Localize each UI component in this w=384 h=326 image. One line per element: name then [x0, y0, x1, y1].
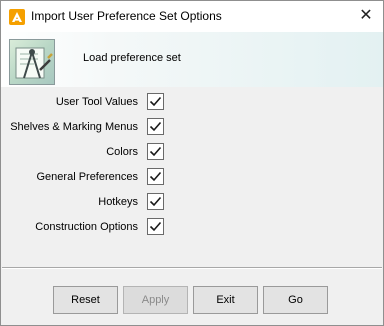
option-label: Construction Options [35, 221, 138, 233]
user-tool-values-checkbox[interactable] [147, 93, 164, 110]
dialog-content: Load preference set User Tool Values She… [1, 32, 383, 325]
option-user-tool-values: User Tool Values [1, 92, 383, 112]
option-colors: Colors [1, 142, 383, 162]
checkmark-icon [149, 121, 162, 132]
apply-button[interactable]: Apply [123, 286, 188, 314]
hotkeys-checkbox[interactable] [147, 193, 164, 210]
colors-checkbox[interactable] [147, 143, 164, 160]
general-preferences-checkbox[interactable] [147, 168, 164, 185]
header-label: Load preference set [83, 52, 181, 64]
option-label: User Tool Values [55, 96, 138, 108]
checkmark-icon [149, 146, 162, 157]
app-logo-icon [9, 9, 25, 25]
exit-button[interactable]: Exit [193, 286, 258, 314]
dialog-window: Import User Preference Set Options ✕ Loa… [0, 0, 384, 326]
window-title: Import User Preference Set Options [31, 9, 222, 23]
checkmark-icon [149, 221, 162, 232]
shelves-marking-menus-checkbox[interactable] [147, 118, 164, 135]
go-button[interactable]: Go [263, 286, 328, 314]
preference-set-icon [9, 39, 55, 85]
option-shelves-marking-menus: Shelves & Marking Menus [1, 117, 383, 137]
option-label: Colors [106, 146, 138, 158]
option-construction-options: Construction Options [1, 217, 383, 237]
option-label: General Preferences [36, 171, 139, 183]
option-general-preferences: General Preferences [1, 167, 383, 187]
title-bar[interactable]: Import User Preference Set Options ✕ [1, 1, 383, 32]
checkmark-icon [149, 171, 162, 182]
close-icon[interactable]: ✕ [357, 7, 375, 25]
checkmark-icon [149, 196, 162, 207]
reset-button[interactable]: Reset [53, 286, 118, 314]
option-label: Hotkeys [98, 196, 138, 208]
construction-options-checkbox[interactable] [147, 218, 164, 235]
checkmark-icon [149, 96, 162, 107]
option-hotkeys: Hotkeys [1, 192, 383, 212]
separator [2, 267, 382, 269]
option-label: Shelves & Marking Menus [10, 121, 138, 133]
header-band: Load preference set [1, 32, 383, 87]
